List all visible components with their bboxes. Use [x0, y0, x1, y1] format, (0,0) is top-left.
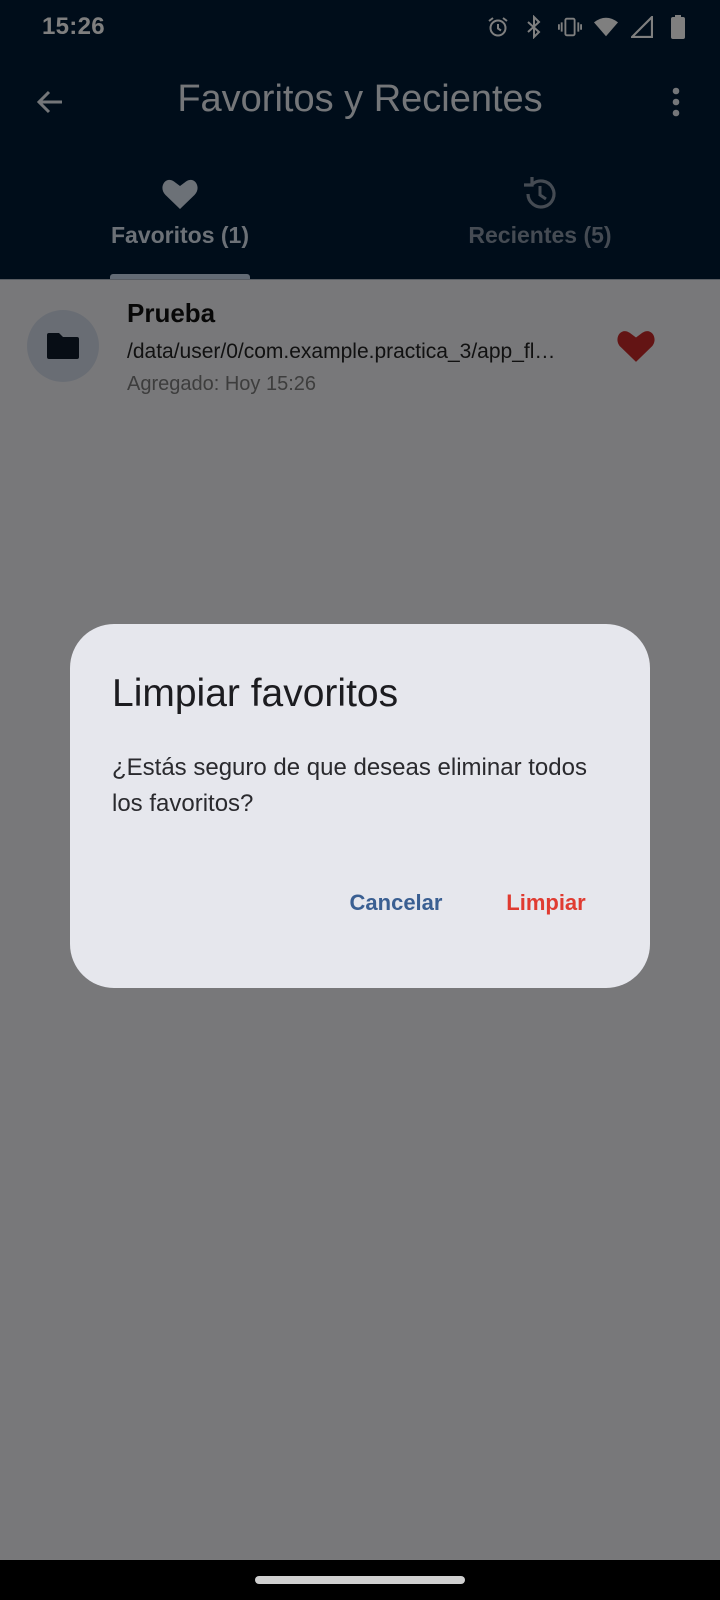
- home-gesture-handle[interactable]: [255, 1576, 465, 1584]
- cancel-button[interactable]: Cancelar: [336, 878, 456, 928]
- navigation-bar: [0, 1560, 720, 1600]
- confirm-dialog: Limpiar favoritos ¿Estás seguro de que d…: [70, 624, 650, 988]
- dialog-message: ¿Estás seguro de que deseas eliminar tod…: [112, 754, 587, 817]
- dialog-title: Limpiar favoritos: [112, 672, 399, 715]
- clear-button[interactable]: Limpiar: [494, 878, 598, 928]
